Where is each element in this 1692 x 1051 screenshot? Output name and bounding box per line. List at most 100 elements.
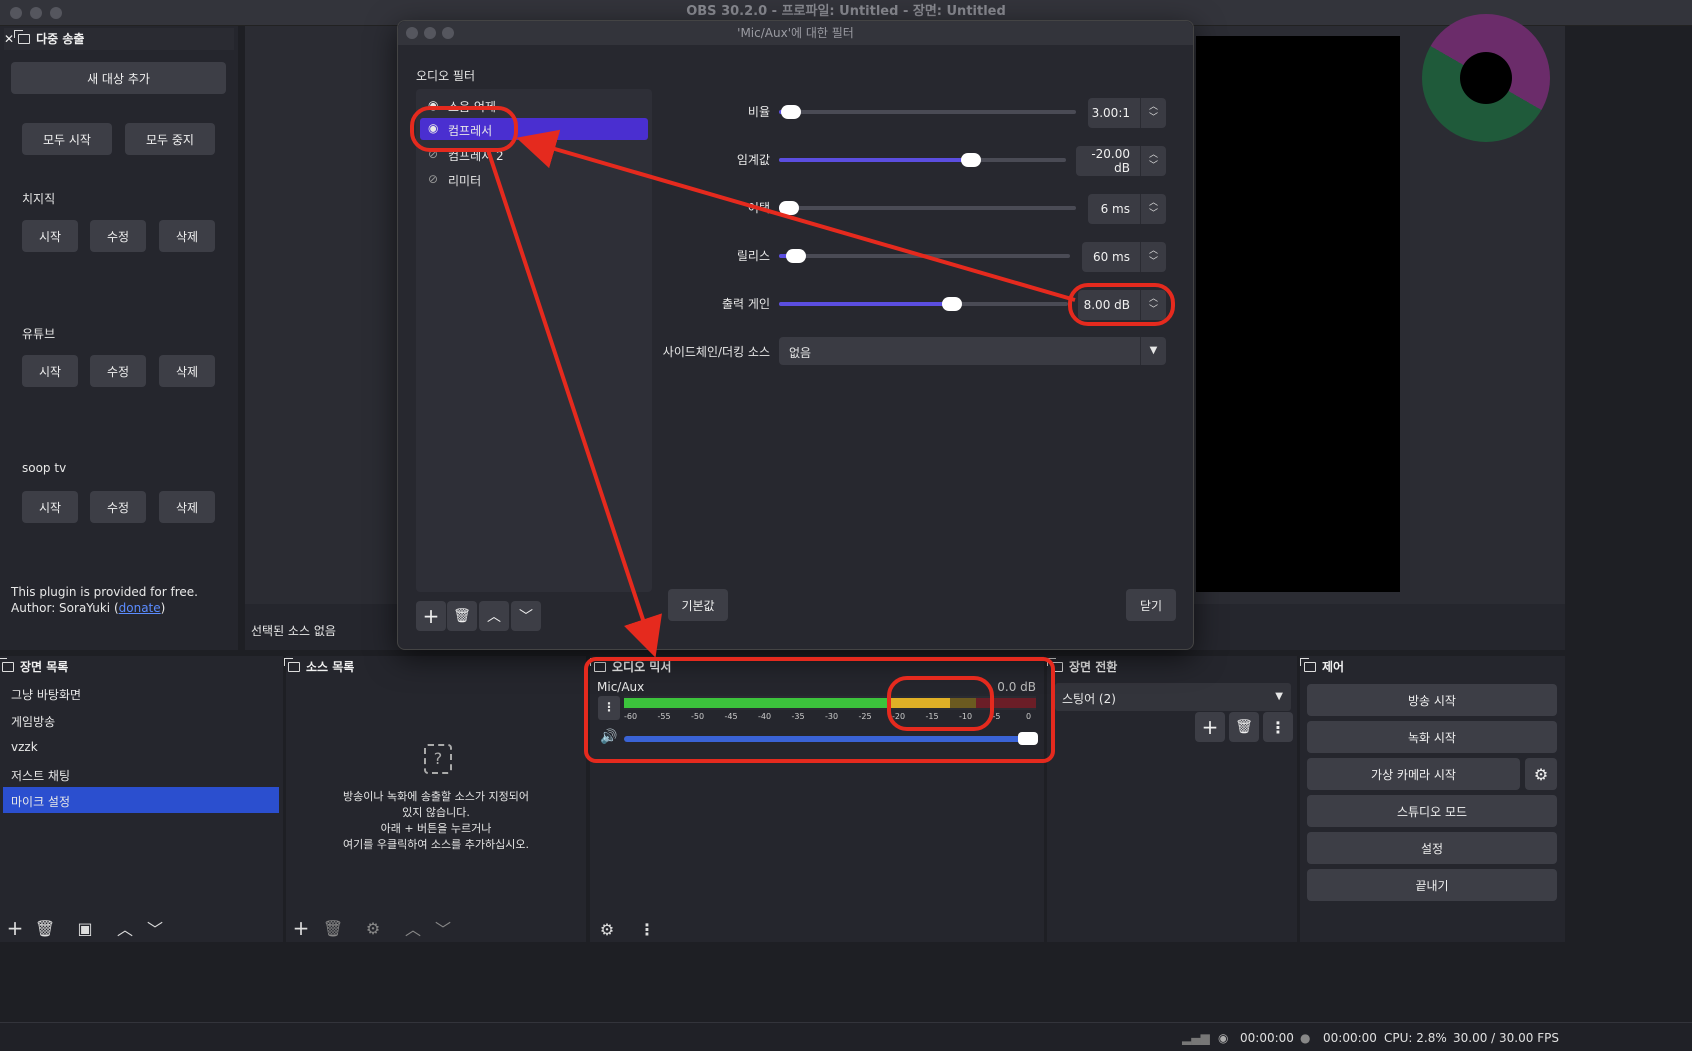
highlight-mixer-ring xyxy=(584,657,1055,763)
scene-item-selected[interactable]: 마이크 설정 xyxy=(3,787,279,813)
target-edit-button[interactable]: 수정 xyxy=(90,491,146,523)
zoom-window-button[interactable] xyxy=(442,27,454,39)
target-start-button[interactable]: 시작 xyxy=(22,491,78,523)
eye-off-icon[interactable]: ⊘ xyxy=(428,172,438,186)
record-time: 00:00:00 xyxy=(1323,1031,1377,1045)
gear-icon[interactable]: ⚙ xyxy=(360,916,386,940)
attack-slider[interactable] xyxy=(779,201,1076,215)
zoom-window-button[interactable] xyxy=(50,7,62,19)
start-virtual-camera-button[interactable]: 가상 카메라 시작 xyxy=(1307,758,1520,790)
settings-button[interactable]: 설정 xyxy=(1307,832,1557,864)
release-slider-knob[interactable] xyxy=(786,249,807,263)
chevron-down-icon[interactable]: ▼ xyxy=(1275,691,1283,702)
studio-mode-button[interactable]: 스튜디오 모드 xyxy=(1307,795,1557,827)
sidechain-select[interactable]: 없음 ▼ xyxy=(779,337,1166,365)
scene-item[interactable]: 그냥 바탕화면 xyxy=(11,686,81,703)
sources-title: 소스 목록 xyxy=(306,660,355,674)
start-all-button[interactable]: 모두 시작 xyxy=(22,123,112,155)
transition-selected-value: 스팅어 (2) xyxy=(1062,692,1116,706)
stop-all-button[interactable]: 모두 중지 xyxy=(125,123,215,155)
add-source-icon[interactable]: + xyxy=(288,916,314,940)
output-gain-slider-knob[interactable] xyxy=(942,297,963,311)
gear-icon[interactable]: ⚙ xyxy=(1525,758,1557,790)
empty-line: 아래 + 버튼을 누르거나 xyxy=(380,822,492,835)
release-slider[interactable] xyxy=(779,249,1070,263)
target-start-button[interactable]: 시작 xyxy=(22,355,78,387)
mixer-settings-icon[interactable]: ⚙ xyxy=(596,918,618,940)
close-dock-icon[interactable]: ✕ xyxy=(4,32,14,46)
scene-item-label: 마이크 설정 xyxy=(11,795,71,809)
ratio-slider-knob[interactable] xyxy=(780,105,801,119)
release-spinbox[interactable]: 60 ms ︿ ﹀ xyxy=(1082,242,1166,272)
trash-icon[interactable]: 🗑 xyxy=(1229,712,1259,742)
dock-float-icon[interactable] xyxy=(0,658,14,672)
add-target-button[interactable]: 새 대상 추가 xyxy=(11,62,226,94)
chevron-up-icon[interactable]: ︿ xyxy=(400,916,426,940)
chevron-up-icon[interactable]: ︿ xyxy=(479,601,509,631)
filters-dialog: 'Mic/Aux'에 대한 필터 오디오 필터 ◉ 소음 억제 ◉ 컴프레서 ⊘… xyxy=(397,20,1194,650)
minimize-window-button[interactable] xyxy=(30,7,42,19)
preview-canvas[interactable] xyxy=(1196,36,1400,592)
ratio-slider[interactable] xyxy=(779,105,1076,119)
exit-button[interactable]: 끝내기 xyxy=(1307,869,1557,901)
output-gain-label: 출력 게인 xyxy=(722,297,770,311)
target-name-youtube: 유튜브 xyxy=(22,327,56,341)
trash-icon[interactable]: 🗑 xyxy=(32,916,58,940)
defaults-button[interactable]: 기본값 xyxy=(668,589,728,621)
threshold-spinbox[interactable]: -20.00 dB ︿ ﹀ xyxy=(1076,146,1166,176)
ratio-spinbox[interactable]: 3.00:1 ︿ ﹀ xyxy=(1088,98,1166,128)
scene-item[interactable]: 게임방송 xyxy=(11,713,55,730)
target-delete-button[interactable]: 삭제 xyxy=(159,220,215,252)
attack-spinbox[interactable]: 6 ms ︿ ﹀ xyxy=(1088,194,1166,224)
close-dialog-button[interactable]: 닫기 xyxy=(1126,589,1176,621)
filter-icon[interactable]: ▣ xyxy=(72,916,98,940)
attack-slider-knob[interactable] xyxy=(779,201,799,215)
trash-icon[interactable]: 🗑 xyxy=(447,601,477,631)
add-scene-icon[interactable]: + xyxy=(2,916,28,940)
donate-link[interactable]: donate xyxy=(119,601,161,615)
audio-filters-heading: 오디오 필터 xyxy=(416,69,476,83)
ratio-label: 비율 xyxy=(747,105,770,119)
status-bar: ▂▄▆ ◉ 00:00:00 ● 00:00:00 CPU: 2.8% 30.0… xyxy=(0,1022,1692,1051)
stepper-arrows-icon[interactable]: ︿ ﹀ xyxy=(1140,98,1166,128)
scene-item[interactable]: 저스트 채팅 xyxy=(11,767,70,784)
scene-item[interactable]: vzzk xyxy=(11,740,38,754)
transition-more-icon[interactable]: ⋮ xyxy=(1263,712,1293,742)
empty-line: 있지 않습니다. xyxy=(402,806,470,819)
close-window-button[interactable] xyxy=(406,27,418,39)
add-filter-button[interactable]: + xyxy=(416,601,446,631)
controls-dock: 제어 방송 시작 녹화 시작 가상 카메라 시작 ⚙ 스튜디오 모드 설정 끝내… xyxy=(1300,656,1565,942)
chevron-down-icon[interactable]: ﹀ xyxy=(430,916,456,940)
start-streaming-button[interactable]: 방송 시작 xyxy=(1307,684,1557,716)
filters-dialog-title: 'Mic/Aux'에 대한 필터 xyxy=(737,26,854,40)
dock-float-icon[interactable] xyxy=(1300,658,1316,672)
mixer-more-icon[interactable]: ⋮ xyxy=(636,918,658,940)
chevron-down-icon[interactable]: ﹀ xyxy=(511,601,541,631)
target-delete-button[interactable]: 삭제 xyxy=(159,355,215,387)
dock-float-icon[interactable] xyxy=(14,30,31,44)
transitions-dock-title: 장면 전환 xyxy=(1047,656,1117,678)
chevron-down-icon[interactable]: ﹀ xyxy=(142,916,168,940)
threshold-slider[interactable] xyxy=(779,153,1066,167)
trash-icon[interactable]: 🗑 xyxy=(320,916,346,940)
dock-float-icon[interactable] xyxy=(284,658,300,672)
stepper-arrows-icon[interactable]: ︿ ﹀ xyxy=(1140,242,1166,272)
chevron-down-icon[interactable]: ▼ xyxy=(1140,337,1166,365)
add-transition-button[interactable]: + xyxy=(1195,712,1225,742)
sources-empty-message: 방송이나 녹화에 송출할 소스가 지정되어 있지 않습니다. 아래 + 버튼을 … xyxy=(286,789,586,853)
close-window-button[interactable] xyxy=(10,7,22,19)
threshold-slider-knob[interactable] xyxy=(961,153,982,167)
target-delete-button[interactable]: 삭제 xyxy=(159,491,215,523)
stepper-arrows-icon[interactable]: ︿ ﹀ xyxy=(1140,146,1166,176)
target-edit-button[interactable]: 수정 xyxy=(90,355,146,387)
transition-select[interactable]: 스팅어 (2) ▼ xyxy=(1055,683,1291,711)
output-gain-slider[interactable] xyxy=(779,297,1068,311)
start-recording-button[interactable]: 녹화 시작 xyxy=(1307,721,1557,753)
stepper-arrows-icon[interactable]: ︿ ﹀ xyxy=(1140,194,1166,224)
target-start-button[interactable]: 시작 xyxy=(22,220,78,252)
obs-logo xyxy=(1422,14,1550,142)
chevron-up-icon[interactable]: ︿ xyxy=(112,916,138,940)
filter-list-item[interactable]: ⊘ 리미터 xyxy=(428,171,628,189)
target-edit-button[interactable]: 수정 xyxy=(90,220,146,252)
minimize-window-button[interactable] xyxy=(424,27,436,39)
